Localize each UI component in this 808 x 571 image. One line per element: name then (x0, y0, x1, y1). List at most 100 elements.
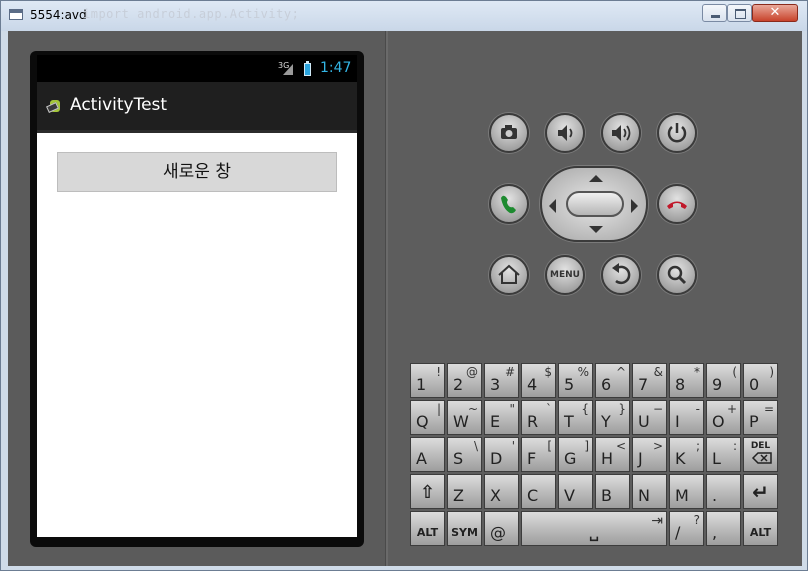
key-n[interactable]: N (632, 474, 667, 509)
background-code-text: import android.app.Activity; (83, 7, 300, 21)
space-icon: ␣ (588, 526, 600, 542)
key-a[interactable]: A (410, 437, 445, 472)
key-space[interactable]: ␣ ⇥ (521, 511, 667, 546)
minimize-button[interactable] (702, 4, 727, 22)
menu-label: MENU (550, 270, 580, 280)
key-enter[interactable]: ↵ (743, 474, 778, 509)
key-2[interactable]: 2 @ (447, 363, 482, 398)
key-sym[interactable]: SYM (447, 511, 482, 546)
dpad[interactable] (540, 166, 648, 242)
back-button[interactable] (601, 255, 641, 295)
key-v[interactable]: V (558, 474, 593, 509)
key-r[interactable]: R ` (521, 400, 556, 435)
power-icon (667, 123, 687, 143)
window-title: 5554:avd (30, 8, 87, 22)
key-e[interactable]: E " (484, 400, 519, 435)
device-frame: 3G 1:47 ActivityTest 새로운 창 (30, 51, 364, 547)
key-k[interactable]: K; (669, 437, 704, 472)
device-panel: 3G 1:47 ActivityTest 새로운 창 (8, 31, 385, 566)
key-w[interactable]: W ~ (447, 400, 482, 435)
key-0[interactable]: 0) (743, 363, 778, 398)
key-g[interactable]: G] (558, 437, 593, 472)
search-icon (667, 265, 687, 285)
key-f[interactable]: F[ (521, 437, 556, 472)
key-p[interactable]: P = (743, 400, 778, 435)
key-4[interactable]: 4 $ (521, 363, 556, 398)
camera-icon (501, 125, 517, 139)
key-o[interactable]: O + (706, 400, 741, 435)
delete-label: DEL (750, 441, 771, 451)
home-icon (498, 264, 520, 284)
key-x[interactable]: X (484, 474, 519, 509)
key-b[interactable]: B (595, 474, 630, 509)
key-s[interactable]: S \ (447, 437, 482, 472)
home-button[interactable] (489, 255, 529, 295)
maximize-button[interactable] (727, 4, 752, 22)
volume-up-button[interactable] (601, 113, 641, 153)
close-button[interactable]: ✕ (752, 4, 798, 22)
key-z[interactable]: Z (447, 474, 482, 509)
volume-up-icon (612, 125, 631, 141)
app-title: ActivityTest (70, 95, 168, 115)
menu-button[interactable]: MENU (545, 255, 585, 295)
key-comma[interactable]: , (706, 511, 741, 546)
search-button[interactable] (657, 255, 697, 295)
status-bar: 3G 1:47 (37, 55, 357, 82)
camera-button[interactable] (489, 113, 529, 153)
close-icon: ✕ (769, 5, 781, 20)
key-h[interactable]: H < (595, 437, 630, 472)
volume-down-button[interactable] (545, 113, 585, 153)
key-8[interactable]: 8 * (669, 363, 704, 398)
key-t[interactable]: T{ (558, 400, 593, 435)
power-button[interactable] (657, 113, 697, 153)
app-launcher-icon (46, 98, 63, 114)
key-d[interactable]: D ' (484, 437, 519, 472)
key-5[interactable]: 5% (558, 363, 593, 398)
device-screen[interactable]: 3G 1:47 ActivityTest 새로운 창 (37, 55, 357, 537)
dpad-right-icon[interactable] (631, 199, 638, 213)
controls-panel: MENU 1! 2@ 3# 4$ 5% 6^ 7& 8* 9( 0) (388, 31, 802, 566)
volume-down-icon (558, 125, 573, 141)
key-3[interactable]: 3 # (484, 363, 519, 398)
enter-icon: ↵ (752, 480, 769, 504)
end-call-icon (667, 201, 687, 209)
key-del[interactable]: DEL (743, 437, 778, 472)
key-u[interactable]: U − (632, 400, 667, 435)
hardware-keyboard: 1! 2 @ 3 # 4 $ 5% 6 ^ 7 & 8 * 9( 0) Q | W ~ E " R… (410, 363, 782, 546)
battery-icon (304, 61, 311, 76)
signal-icon (283, 64, 293, 75)
key-j[interactable]: J > (632, 437, 667, 472)
dpad-left-icon[interactable] (549, 199, 556, 213)
key-alt-left[interactable]: ALT (410, 511, 445, 546)
back-icon (612, 263, 631, 285)
dpad-up-icon[interactable] (589, 175, 603, 182)
key-alt-right[interactable]: ALT (743, 511, 778, 546)
key-6[interactable]: 6 ^ (595, 363, 630, 398)
key-slash[interactable]: /? (669, 511, 704, 546)
shift-icon: ⇧ (419, 482, 436, 503)
end-call-button[interactable] (657, 184, 697, 224)
dpad-center-button[interactable] (566, 191, 624, 217)
key-at[interactable]: @ (484, 511, 519, 546)
key-m[interactable]: M (669, 474, 704, 509)
key-i[interactable]: I- (669, 400, 704, 435)
dpad-down-icon[interactable] (589, 226, 603, 233)
key-shift[interactable]: ⇧ (410, 474, 445, 509)
call-button[interactable] (489, 184, 529, 224)
key-period[interactable]: . (706, 474, 741, 509)
key-7[interactable]: 7 & (632, 363, 667, 398)
key-q[interactable]: Q | (410, 400, 445, 435)
emulator-client: 3G 1:47 ActivityTest 새로운 창 MENU 1 ! 2 @ … (8, 31, 802, 566)
window-icon (9, 9, 23, 20)
action-bar: ActivityTest (37, 82, 357, 133)
key-c[interactable]: C (521, 474, 556, 509)
call-icon (501, 195, 516, 214)
emulator-window: 5554:avd import android.app.Activity; ✕ … (0, 0, 808, 571)
key-l[interactable]: L: (706, 437, 741, 472)
new-window-button[interactable]: 새로운 창 (57, 152, 337, 192)
status-time: 1:47 (320, 60, 352, 76)
title-bar[interactable]: 5554:avd import android.app.Activity; ✕ (1, 1, 807, 31)
key-9[interactable]: 9( (706, 363, 741, 398)
key-1[interactable]: 1! (410, 363, 445, 398)
key-y[interactable]: Y} (595, 400, 630, 435)
